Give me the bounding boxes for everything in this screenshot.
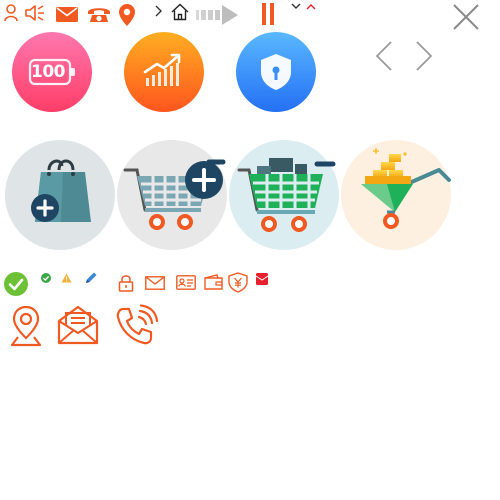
shield-keyhole-icon bbox=[236, 32, 316, 112]
check-circle-icon bbox=[4, 272, 28, 296]
wallet-icon[interactable] bbox=[204, 274, 224, 290]
yen-shield-icon[interactable] bbox=[228, 272, 248, 293]
close-icon[interactable] bbox=[452, 3, 480, 31]
user-icon[interactable] bbox=[4, 4, 18, 22]
chevron-down-icon[interactable] bbox=[291, 3, 301, 10]
warning-icon bbox=[61, 273, 72, 283]
top-toolbar bbox=[0, 0, 500, 30]
cart-add-icon bbox=[117, 140, 227, 250]
phone-icon[interactable] bbox=[87, 5, 111, 23]
pencil-icon[interactable] bbox=[84, 271, 98, 285]
phone-call-icon[interactable] bbox=[115, 304, 159, 347]
open-mail-icon[interactable] bbox=[57, 305, 99, 345]
red-envelope-icon[interactable] bbox=[255, 273, 269, 285]
growth-badge[interactable] bbox=[124, 32, 204, 112]
cart-full-tile[interactable] bbox=[229, 140, 339, 250]
mail-icon[interactable] bbox=[56, 7, 78, 22]
envelope-icon[interactable] bbox=[145, 276, 165, 290]
battery-badge[interactable]: 100 bbox=[12, 32, 92, 112]
battery-100-icon bbox=[12, 32, 92, 112]
pause-icon[interactable] bbox=[262, 3, 276, 25]
id-card-icon[interactable] bbox=[176, 275, 196, 290]
cart-add-tile[interactable] bbox=[117, 140, 227, 250]
lock-icon[interactable] bbox=[118, 274, 134, 292]
arrow-right-icon[interactable] bbox=[416, 41, 433, 71]
arrow-left-icon[interactable] bbox=[375, 41, 392, 71]
shopping-bag-tile[interactable] bbox=[5, 140, 115, 250]
chevron-right-icon[interactable] bbox=[155, 5, 163, 17]
home-icon[interactable] bbox=[171, 3, 189, 21]
gold-cart-tile[interactable] bbox=[341, 140, 451, 250]
growth-chart-icon bbox=[124, 32, 204, 112]
cart-full-icon bbox=[229, 140, 339, 250]
location-pin-icon[interactable] bbox=[118, 3, 136, 27]
gold-cart-icon bbox=[341, 140, 451, 250]
speaker-icon[interactable] bbox=[24, 4, 46, 22]
check-small-icon bbox=[41, 273, 51, 283]
shopping-bag-add-icon bbox=[5, 140, 115, 250]
shield-badge[interactable] bbox=[236, 32, 316, 112]
chevron-up-icon[interactable] bbox=[306, 3, 316, 10]
progress-arrow-icon bbox=[196, 4, 240, 26]
location-outline-icon[interactable] bbox=[10, 305, 42, 347]
